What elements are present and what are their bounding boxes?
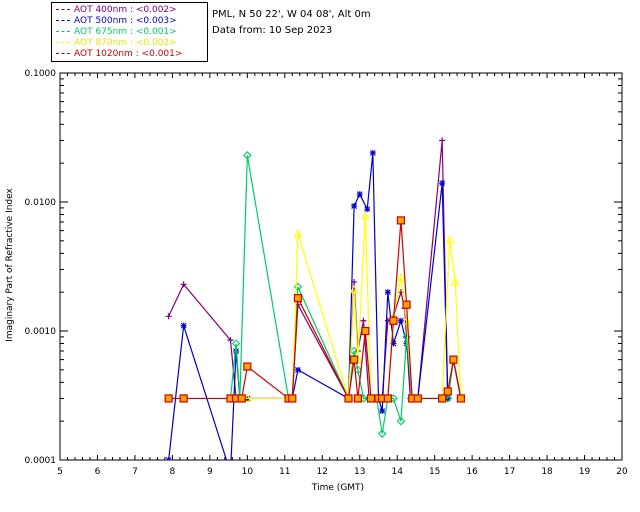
data-point: [439, 180, 446, 187]
x-tick-label: 10: [242, 467, 254, 477]
series-1: [165, 149, 464, 476]
x-tick-label: 18: [541, 467, 553, 477]
data-point: [361, 326, 370, 336]
x-tick-label: 16: [466, 467, 478, 477]
data-point: [344, 394, 353, 403]
data-point: [389, 316, 398, 325]
data-point: [227, 470, 233, 476]
data-point: [164, 394, 173, 403]
x-tick-label: 11: [279, 467, 290, 477]
plot-area: [59, 72, 623, 476]
x-tick-label: 17: [504, 467, 515, 477]
data-point: [384, 289, 391, 296]
y-axis-label: Imaginary Part of Refractive Index: [5, 187, 15, 341]
data-point: [443, 387, 452, 396]
series-line: [168, 220, 462, 401]
x-tick-label: 8: [170, 467, 176, 477]
data-point: [396, 216, 406, 225]
data-point: [383, 394, 392, 403]
data-point: [438, 394, 447, 403]
x-tick-label: 6: [95, 467, 101, 477]
data-point: [237, 394, 246, 403]
data-point: [360, 317, 367, 324]
y-tick-label: 0.0001: [25, 456, 57, 466]
y-tick-label: 0.0100: [25, 198, 57, 208]
x-axis-label: Time (GMT): [311, 483, 364, 493]
y-axis: 0.0001 0.0010 0.0100 0.1000: [25, 69, 622, 466]
data-point: [449, 355, 458, 364]
data-point: [293, 293, 303, 303]
series-3: [226, 211, 466, 403]
data-point: [350, 355, 359, 364]
data-point: [456, 394, 465, 403]
data-point: [379, 407, 386, 414]
data-point: [180, 322, 187, 329]
x-tick-label: 12: [317, 467, 328, 477]
series-line: [168, 140, 462, 401]
data-point: [165, 313, 172, 320]
data-point: [356, 191, 363, 198]
data-point: [351, 203, 358, 210]
x-tick-label: 15: [429, 467, 440, 477]
data-point: [243, 362, 252, 371]
x-tick-label: 13: [354, 467, 365, 477]
data-point: [294, 366, 301, 373]
data-point: [165, 457, 172, 460]
x-tick-label: 5: [57, 467, 63, 477]
y-tick-label: 0.0010: [25, 327, 57, 337]
x-tick-label: 7: [132, 467, 138, 477]
data-point: [364, 206, 371, 213]
chart: 5 6 7 8 9 10 11 12 13 14 15 16 17 18 19 20 0.0001 0.0010…: [5, 69, 628, 493]
data-point: [179, 394, 188, 403]
data-point: [402, 300, 411, 309]
data-point: [353, 394, 362, 403]
y-tick-label: 0.1000: [25, 69, 57, 79]
x-tick-label: 19: [579, 467, 591, 477]
series-0: [165, 137, 464, 402]
data-point: [366, 394, 376, 403]
x-axis: 5 6 7 8 9 10 11 12 13 14 15 16 17 18 19 20: [57, 73, 628, 477]
data-point: [288, 394, 297, 403]
data-point: [413, 394, 422, 403]
x-tick-label: 9: [207, 467, 213, 477]
data-point: [369, 149, 376, 156]
plot-frame: [59, 72, 623, 461]
x-tick-label: 20: [616, 467, 628, 477]
series-line: [168, 152, 462, 460]
data-point: [439, 137, 446, 144]
x-tick-label: 14: [391, 467, 403, 477]
